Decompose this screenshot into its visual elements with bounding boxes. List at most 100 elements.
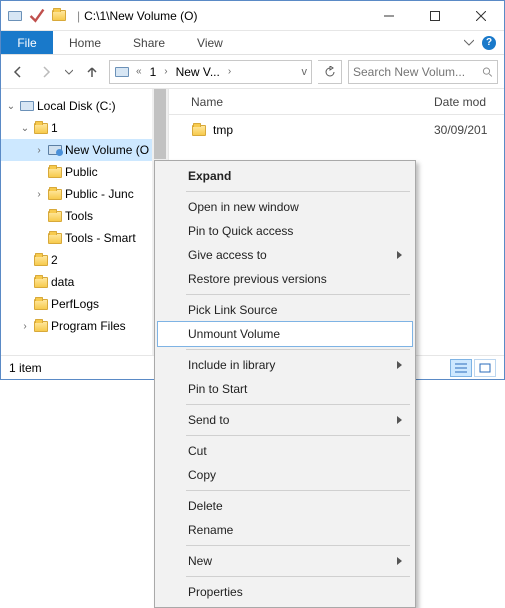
menu-item[interactable]: Pin to Quick access — [158, 219, 412, 243]
menu-item-label: Send to — [188, 413, 229, 427]
expander-closed-icon[interactable]: › — [33, 144, 45, 156]
menu-item[interactable]: Give access to — [158, 243, 412, 267]
tree-item-label: 2 — [51, 253, 58, 267]
column-name[interactable]: Name — [191, 95, 434, 109]
folder-icon — [47, 164, 63, 180]
ribbon: File Home Share View ? — [1, 31, 504, 55]
up-button[interactable] — [81, 61, 103, 83]
file-tab[interactable]: File — [1, 31, 53, 54]
minimize-button[interactable] — [366, 1, 412, 31]
search-icon — [482, 66, 493, 78]
title-bar: | C:\1\New Volume (O) — [1, 1, 504, 31]
menu-item[interactable]: Restore previous versions — [158, 267, 412, 291]
tree-item[interactable]: Tools - Smart — [1, 227, 168, 249]
tree-item[interactable]: 2 — [1, 249, 168, 271]
recent-locations-button[interactable] — [63, 61, 75, 83]
qat-newfolder-icon[interactable] — [51, 8, 67, 24]
search-input[interactable] — [353, 65, 478, 79]
close-button[interactable] — [458, 1, 504, 31]
tree-item[interactable]: data — [1, 271, 168, 293]
tree-item[interactable]: PerfLogs — [1, 293, 168, 315]
expander-closed-icon[interactable]: › — [33, 188, 45, 200]
menu-item[interactable]: Properties — [158, 580, 412, 604]
view-large-icons-button[interactable] — [474, 359, 496, 377]
app-icon — [7, 8, 23, 24]
forward-button[interactable] — [35, 61, 57, 83]
tree-item[interactable]: ⌄Local Disk (C:) — [1, 95, 168, 117]
expander-open-icon[interactable]: ⌄ — [19, 122, 31, 134]
menu-separator — [186, 435, 410, 436]
address-bar[interactable]: « 1 › New V... › v — [109, 60, 312, 84]
status-text: 1 item — [9, 361, 42, 375]
menu-item-label: Delete — [188, 499, 223, 513]
nav-tree[interactable]: ⌄Local Disk (C:)⌄1›New Volume (OPublic›P… — [1, 89, 169, 355]
qat-separator: | — [73, 9, 84, 23]
tree-item-label: 1 — [51, 121, 58, 135]
context-menu[interactable]: Expand Open in new windowPin to Quick acc… — [154, 160, 416, 608]
scrollbar-thumb[interactable] — [154, 89, 166, 159]
chevron-right-icon[interactable]: › — [226, 66, 233, 77]
tree-item[interactable]: ⌄1 — [1, 117, 168, 139]
folder-icon — [33, 252, 49, 268]
breadcrumb[interactable]: 1 — [148, 65, 159, 79]
back-button[interactable] — [7, 61, 29, 83]
tree-item-label: Public — [65, 165, 98, 179]
folder-icon — [33, 296, 49, 312]
tree-item[interactable]: Public — [1, 161, 168, 183]
menu-item-label: Cut — [188, 444, 207, 458]
help-icon[interactable]: ? — [482, 36, 496, 50]
list-item[interactable]: tmp30/09/201 — [169, 119, 504, 141]
chevron-right-icon[interactable]: « — [134, 66, 144, 77]
menu-item[interactable]: Rename — [158, 518, 412, 542]
address-dropdown-icon[interactable]: v — [302, 66, 308, 78]
menu-item-label: Include in library — [188, 358, 275, 372]
menu-item[interactable]: Unmount Volume — [158, 322, 412, 346]
folder-icon — [47, 230, 63, 246]
breadcrumb[interactable]: New V... — [174, 65, 222, 79]
tree-item[interactable]: Tools — [1, 205, 168, 227]
search-box[interactable] — [348, 60, 498, 84]
menu-item-label: Give access to — [188, 248, 267, 262]
menu-item[interactable]: Send to — [158, 408, 412, 432]
menu-item-label: Copy — [188, 468, 216, 482]
tree-item[interactable]: › Public - Junc — [1, 183, 168, 205]
tree-item-label: Tools — [65, 209, 93, 223]
ribbon-expand-icon[interactable] — [464, 36, 474, 50]
expander-none — [19, 298, 31, 310]
expander-open-icon[interactable]: ⌄ — [5, 100, 17, 112]
tree-item[interactable]: ›Program Files — [1, 315, 168, 337]
expander-closed-icon[interactable]: › — [19, 320, 31, 332]
menu-item[interactable]: Delete — [158, 494, 412, 518]
menu-item[interactable]: Include in library — [158, 353, 412, 377]
chevron-right-icon[interactable]: › — [162, 66, 169, 77]
menu-item[interactable]: Pick Link Source — [158, 298, 412, 322]
maximize-button[interactable] — [412, 1, 458, 31]
window-title: C:\1\New Volume (O) — [84, 9, 197, 23]
tree-item-label: Tools - Smart — [65, 231, 136, 245]
menu-item-label: Pick Link Source — [188, 303, 277, 317]
refresh-button[interactable] — [318, 60, 342, 84]
folder-icon — [47, 186, 63, 202]
menu-item-label: Expand — [188, 169, 231, 183]
item-date: 30/09/201 — [434, 123, 504, 137]
tree-item[interactable]: ›New Volume (O — [1, 139, 168, 161]
tab-share[interactable]: Share — [117, 31, 181, 54]
folder-icon — [47, 208, 63, 224]
column-headers[interactable]: Name Date mod — [169, 89, 504, 115]
vhd-icon — [47, 142, 63, 158]
tab-view[interactable]: View — [181, 31, 239, 54]
qat-properties-icon[interactable] — [29, 8, 45, 24]
menu-item[interactable]: Copy — [158, 463, 412, 487]
menu-item[interactable]: Expand — [158, 164, 412, 188]
nav-bar: « 1 › New V... › v — [1, 55, 504, 89]
menu-item-label: Pin to Start — [188, 382, 247, 396]
menu-item[interactable]: Cut — [158, 439, 412, 463]
menu-item[interactable]: Pin to Start — [158, 377, 412, 401]
view-details-button[interactable] — [450, 359, 472, 377]
menu-item[interactable]: Open in new window — [158, 195, 412, 219]
menu-item[interactable]: New — [158, 549, 412, 573]
column-date[interactable]: Date mod — [434, 95, 504, 109]
tree-item-label: Public - Junc — [65, 187, 134, 201]
menu-item-label: Unmount Volume — [188, 327, 280, 341]
tab-home[interactable]: Home — [53, 31, 117, 54]
